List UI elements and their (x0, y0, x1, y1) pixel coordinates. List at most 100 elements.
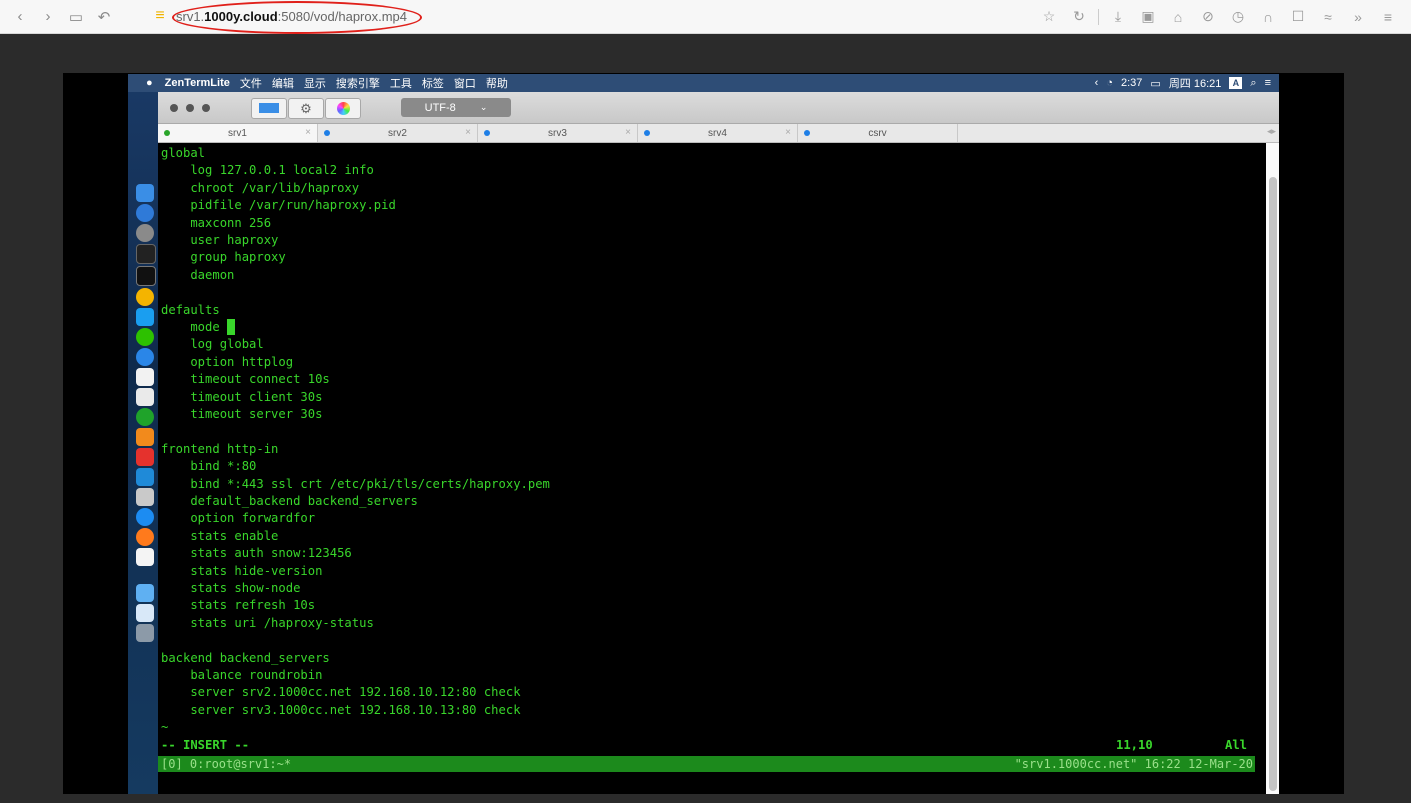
sublime-icon[interactable] (136, 428, 154, 446)
menubar-status-area: ‹ ◔ 2:37 ▭ 周四 16:21 A ⌕ ≡ (1087, 74, 1271, 92)
back-icon[interactable]: ‹ (6, 8, 34, 25)
xmind-icon[interactable] (136, 448, 154, 466)
tab-label: srv1 (228, 127, 247, 139)
terminal-line: group haproxy (161, 249, 285, 266)
headphones-icon[interactable]: ∩ (1253, 9, 1283, 25)
compass-icon[interactable]: ⊘ (1193, 8, 1223, 25)
download-icon[interactable]: ⤓ (1103, 8, 1133, 25)
terminal-line-text: timeout client 30s (161, 389, 323, 404)
terminal-line-text: global (161, 146, 206, 160)
terminal-scrollbar[interactable] (1266, 143, 1279, 794)
terminal-line: chroot /var/lib/haproxy (161, 180, 359, 197)
terminal-line: user haproxy (161, 232, 278, 249)
tab-srv3[interactable]: srv3 × (478, 124, 638, 142)
tab-close-icon[interactable]: × (305, 127, 311, 138)
app-store-icon[interactable] (136, 508, 154, 526)
tab-srv4[interactable]: srv4 × (638, 124, 798, 142)
wifi-icon[interactable]: ◔ (1106, 77, 1113, 89)
folder-icon[interactable] (136, 584, 154, 602)
forward-icon[interactable]: › (34, 8, 62, 25)
tab-scroll-arrows-icon[interactable]: ◂▸ (1267, 126, 1276, 137)
settings-button[interactable]: ⚙ (288, 98, 324, 119)
chrome-icon[interactable] (136, 288, 154, 306)
bookmark-icon[interactable]: ☐ (1283, 8, 1313, 25)
terminal-line: stats auth snow:123456 (161, 545, 351, 562)
camera-icon[interactable]: ▣ (1133, 8, 1163, 25)
refresh-icon[interactable]: ↻ (1064, 8, 1094, 25)
zenterm-icon[interactable] (136, 266, 156, 286)
disk-utility-icon[interactable] (136, 488, 154, 506)
browser-actions: ☆ ↻ ⤓ ▣ ⌂ ⊘ ◷ ∩ ☐ ≈ » ≡ (1034, 0, 1403, 33)
url-suffix: :5080/vod/haprox.mp4 (277, 8, 408, 24)
tab-status-dot (324, 130, 330, 136)
wechat-icon[interactable] (136, 328, 154, 346)
menu-tools[interactable]: 工具 (390, 75, 412, 91)
menubar-clock[interactable]: 周四 16:21 (1169, 75, 1222, 91)
launchpad-icon[interactable] (136, 224, 154, 242)
extension-icon[interactable]: ⌂ (1163, 9, 1193, 25)
menu-search-engine[interactable]: 搜索引擎 (336, 75, 380, 91)
input-source-badge[interactable]: A (1229, 77, 1243, 89)
apple-icon[interactable]: ● (146, 77, 153, 89)
text-cursor (227, 319, 236, 335)
finder-icon[interactable] (136, 184, 154, 202)
tab-close-icon[interactable]: × (785, 127, 791, 138)
menu-help[interactable]: 帮助 (486, 75, 508, 91)
hamburger-menu-icon[interactable]: ≡ (1373, 9, 1403, 25)
terminal-app-icon[interactable] (136, 244, 156, 264)
terminal-output[interactable]: global log 127.0.0.1 local2 info chroot … (158, 143, 1268, 794)
new-window-button[interactable] (251, 98, 287, 119)
migrate-icon[interactable] (136, 468, 154, 486)
firefox-icon[interactable] (136, 528, 154, 546)
trash-icon[interactable] (136, 624, 154, 642)
tab-close-icon[interactable]: × (625, 127, 631, 138)
gear-icon: ⚙ (300, 101, 312, 116)
preview-icon[interactable] (136, 604, 154, 622)
terminal-line-text: mode (161, 320, 228, 334)
tab-close-icon[interactable]: × (465, 127, 471, 138)
mail-icon[interactable] (136, 348, 154, 366)
green-app-icon[interactable] (136, 408, 154, 426)
color-button[interactable] (325, 98, 361, 119)
menu-file[interactable]: 文件 (240, 75, 262, 91)
chevron-left-icon[interactable]: ‹ (1095, 77, 1099, 89)
battery-icon[interactable]: ▭ (1150, 77, 1160, 90)
menu-edit[interactable]: 编辑 (272, 75, 294, 91)
scrollbar-thumb[interactable] (1269, 177, 1277, 791)
menubar-app-name[interactable]: ZenTermLite (165, 77, 230, 89)
tab-srv1[interactable]: srv1 × (158, 124, 318, 142)
undo-icon[interactable]: ↶ (90, 8, 118, 26)
zoom-window-button[interactable] (202, 104, 210, 112)
terminal-line-text: defaults (161, 302, 220, 317)
calendar-icon[interactable] (136, 368, 154, 386)
url-text[interactable]: srv1.1000y.cloud:5080/vod/haprox.mp4 (176, 9, 407, 24)
encoding-select[interactable]: UTF-8 ⌄ (401, 98, 511, 117)
document-icon[interactable] (136, 548, 154, 566)
notification-list-icon[interactable]: ≡ (1265, 77, 1271, 89)
tmux-window-list[interactable]: [0] 0:root@srv1:~* (161, 757, 291, 771)
spotlight-icon[interactable]: ⌕ (1250, 77, 1256, 90)
safari-icon[interactable] (136, 204, 154, 222)
close-window-button[interactable] (170, 104, 178, 112)
menu-view[interactable]: 显示 (304, 75, 326, 91)
address-bar[interactable]: ≡ srv1.1000y.cloud:5080/vod/haprox.mp4 (150, 1, 422, 34)
history-icon[interactable]: ◷ (1223, 8, 1253, 25)
tab-status-dot (484, 130, 490, 136)
more-chevron-icon[interactable]: » (1343, 9, 1373, 25)
mac-menubar: ● ZenTermLite 文件 编辑 显示 搜索引擎 工具 标签 窗口 帮助 … (128, 74, 1279, 92)
star-icon[interactable]: ☆ (1034, 8, 1064, 25)
rss-icon[interactable]: ≈ (1313, 9, 1343, 25)
menu-window[interactable]: 窗口 (454, 75, 476, 91)
terminal-line-text: timeout server 30s (161, 407, 323, 421)
tab-csrv[interactable]: csrv (798, 124, 958, 142)
qq-icon[interactable] (136, 308, 154, 326)
terminal-line: mode (161, 319, 236, 336)
terminal-line-text: stats hide-version (161, 563, 323, 578)
tab-srv2[interactable]: srv2 × (318, 124, 478, 142)
minimize-window-button[interactable] (186, 104, 194, 112)
reader-icon[interactable]: ▭ (62, 8, 90, 26)
menu-tabs[interactable]: 标签 (422, 75, 444, 91)
terminal-line-text: balance roundrobin (161, 668, 323, 682)
typora-icon[interactable] (136, 388, 154, 406)
battery-time[interactable]: 2:37 (1121, 77, 1142, 89)
